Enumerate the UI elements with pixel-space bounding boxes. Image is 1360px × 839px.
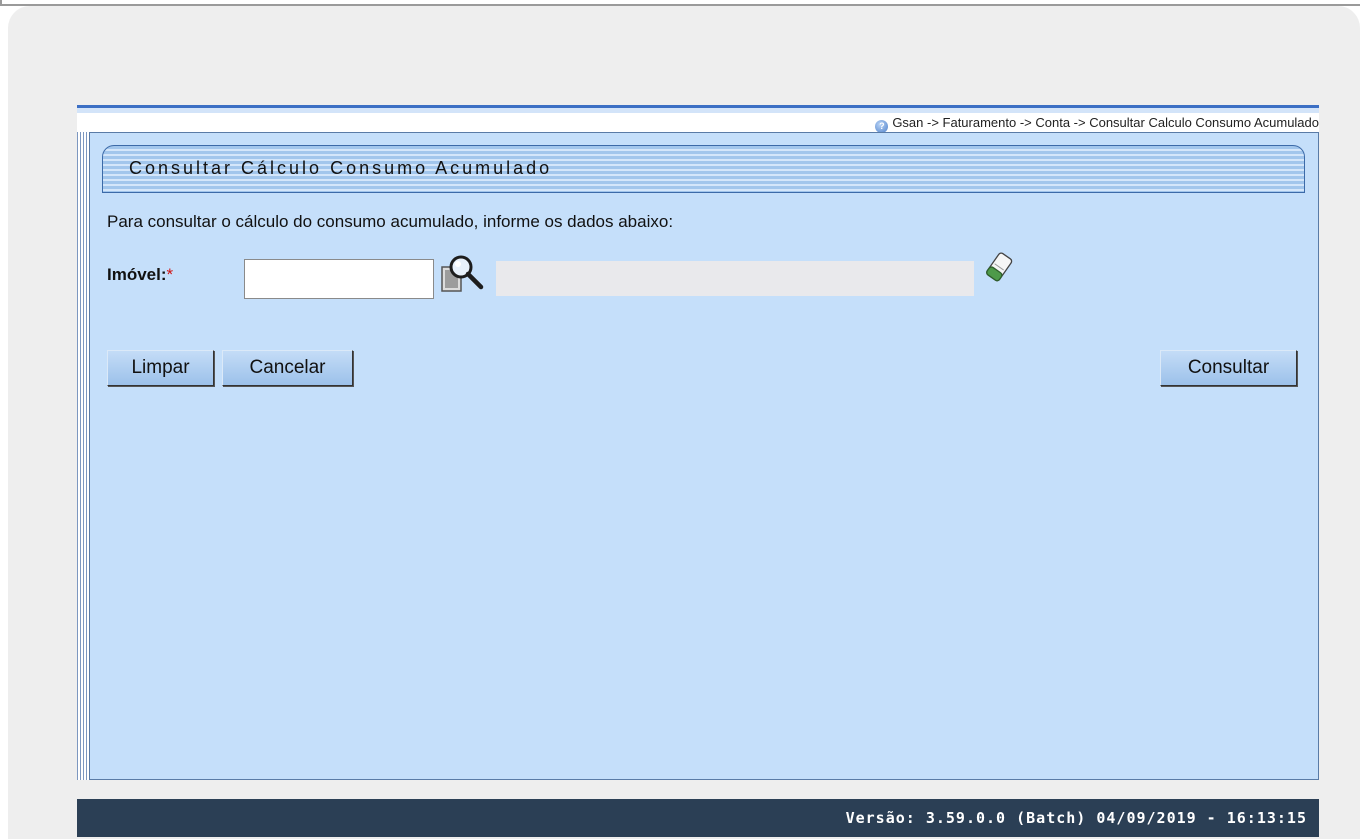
frame-top-bar — [77, 105, 1319, 113]
version-text: Versão: 3.59.0.0 (Batch) 04/09/2019 - 16… — [845, 809, 1307, 827]
breadcrumb-text: Gsan -> Faturamento -> Conta -> Consulta… — [892, 115, 1319, 130]
imovel-input[interactable] — [244, 259, 434, 299]
version-footer: Versão: 3.59.0.0 (Batch) 04/09/2019 - 16… — [77, 799, 1319, 837]
search-imovel-button[interactable] — [440, 254, 492, 294]
eraser-icon — [986, 252, 1013, 282]
main-content: Consultar Cálculo Consumo Acumulado Para… — [89, 132, 1319, 780]
page-title: Consultar Cálculo Consumo Acumulado — [129, 158, 553, 178]
page-frame: ? Gsan -> Faturamento -> Conta -> Consult… — [77, 105, 1319, 837]
cancelar-button[interactable]: Cancelar — [222, 350, 353, 386]
breadcrumb: ? Gsan -> Faturamento -> Conta -> Consult… — [77, 113, 1319, 133]
consultar-button[interactable]: Consultar — [1160, 350, 1297, 386]
page-title-tab: Consultar Cálculo Consumo Acumulado — [102, 145, 1305, 193]
required-marker: * — [166, 265, 174, 284]
imovel-description-field — [496, 261, 974, 296]
left-stripe-border — [77, 132, 89, 780]
outer-panel: ? Gsan -> Faturamento -> Conta -> Consult… — [8, 6, 1360, 839]
imovel-label: Imóvel:* — [107, 265, 173, 285]
magnifier-search-icon — [441, 255, 484, 292]
instruction-text: Para consultar o cálculo do consumo acum… — [107, 212, 674, 231]
clear-imovel-button[interactable] — [983, 249, 1015, 287]
imovel-label-text: Imóvel: — [107, 265, 167, 284]
limpar-button[interactable]: Limpar — [107, 350, 214, 386]
